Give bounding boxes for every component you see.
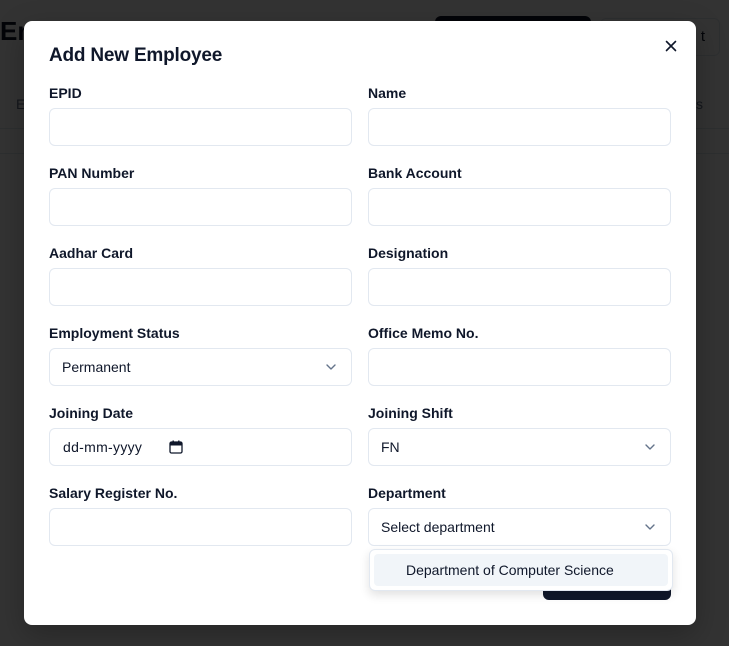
salary-register-field-group: Salary Register No.	[49, 485, 352, 546]
salary-register-label: Salary Register No.	[49, 485, 178, 501]
department-option[interactable]: Department of Computer Science	[374, 554, 668, 586]
joining-shift-label: Joining Shift	[368, 405, 453, 421]
chevron-down-icon	[326, 364, 336, 370]
name-input[interactable]	[369, 109, 670, 145]
close-button[interactable]	[662, 37, 680, 55]
office-memo-field-group: Office Memo No.	[368, 325, 671, 386]
name-field-group: Name	[368, 85, 671, 146]
department-dropdown: Department of Computer Science	[369, 549, 673, 591]
department-field-group: Department Select department	[368, 485, 671, 546]
designation-input[interactable]	[369, 269, 670, 305]
designation-input-box[interactable]	[368, 268, 671, 306]
joining-shift-field-group: Joining Shift FN	[368, 405, 671, 466]
designation-field-group: Designation	[368, 245, 671, 306]
dialog-title: Add New Employee	[49, 45, 223, 66]
joining-date-value: dd-mm-yyyy	[63, 439, 143, 455]
epid-input[interactable]	[50, 109, 351, 145]
salary-register-input-box[interactable]	[49, 508, 352, 546]
add-employee-dialog: Add New Employee EPID Name PAN Number Ba…	[24, 21, 696, 625]
chevron-down-icon	[645, 444, 655, 450]
department-select[interactable]: Select department	[368, 508, 671, 546]
bank-account-input[interactable]	[369, 189, 670, 225]
bank-account-field-group: Bank Account	[368, 165, 671, 226]
name-input-box[interactable]	[368, 108, 671, 146]
office-memo-input-box[interactable]	[368, 348, 671, 386]
bank-account-input-box[interactable]	[368, 188, 671, 226]
aadhar-label: Aadhar Card	[49, 245, 134, 261]
joining-date-label: Joining Date	[49, 405, 134, 421]
joining-shift-value: FN	[381, 439, 400, 455]
aadhar-input-box[interactable]	[49, 268, 352, 306]
office-memo-label: Office Memo No.	[368, 325, 479, 341]
designation-label: Designation	[368, 245, 449, 261]
epid-input-box[interactable]	[49, 108, 352, 146]
employment-status-label: Employment Status	[49, 325, 180, 341]
close-icon	[665, 40, 677, 52]
joining-date-field-group: Joining Date dd-mm-yyyy	[49, 405, 352, 466]
joining-shift-select[interactable]: FN	[368, 428, 671, 466]
employment-status-select[interactable]: Permanent	[49, 348, 352, 386]
calendar-icon[interactable]	[169, 440, 183, 454]
employment-status-value: Permanent	[62, 359, 131, 375]
pan-input-box[interactable]	[49, 188, 352, 226]
employment-status-field-group: Employment Status Permanent	[49, 325, 352, 386]
epid-label: EPID	[49, 85, 82, 101]
office-memo-input[interactable]	[369, 349, 670, 385]
aadhar-input[interactable]	[50, 269, 351, 305]
department-label: Department	[368, 485, 446, 501]
bank-account-label: Bank Account	[368, 165, 462, 181]
salary-register-input[interactable]	[50, 509, 351, 545]
aadhar-field-group: Aadhar Card	[49, 245, 352, 306]
department-option-label: Department of Computer Science	[406, 562, 614, 578]
pan-field-group: PAN Number	[49, 165, 352, 226]
pan-label: PAN Number	[49, 165, 135, 181]
epid-field-group: EPID	[49, 85, 352, 146]
joining-date-input[interactable]: dd-mm-yyyy	[49, 428, 352, 466]
name-label: Name	[368, 85, 407, 101]
chevron-down-icon	[645, 524, 655, 530]
department-value: Select department	[381, 519, 495, 535]
pan-input[interactable]	[50, 189, 351, 225]
